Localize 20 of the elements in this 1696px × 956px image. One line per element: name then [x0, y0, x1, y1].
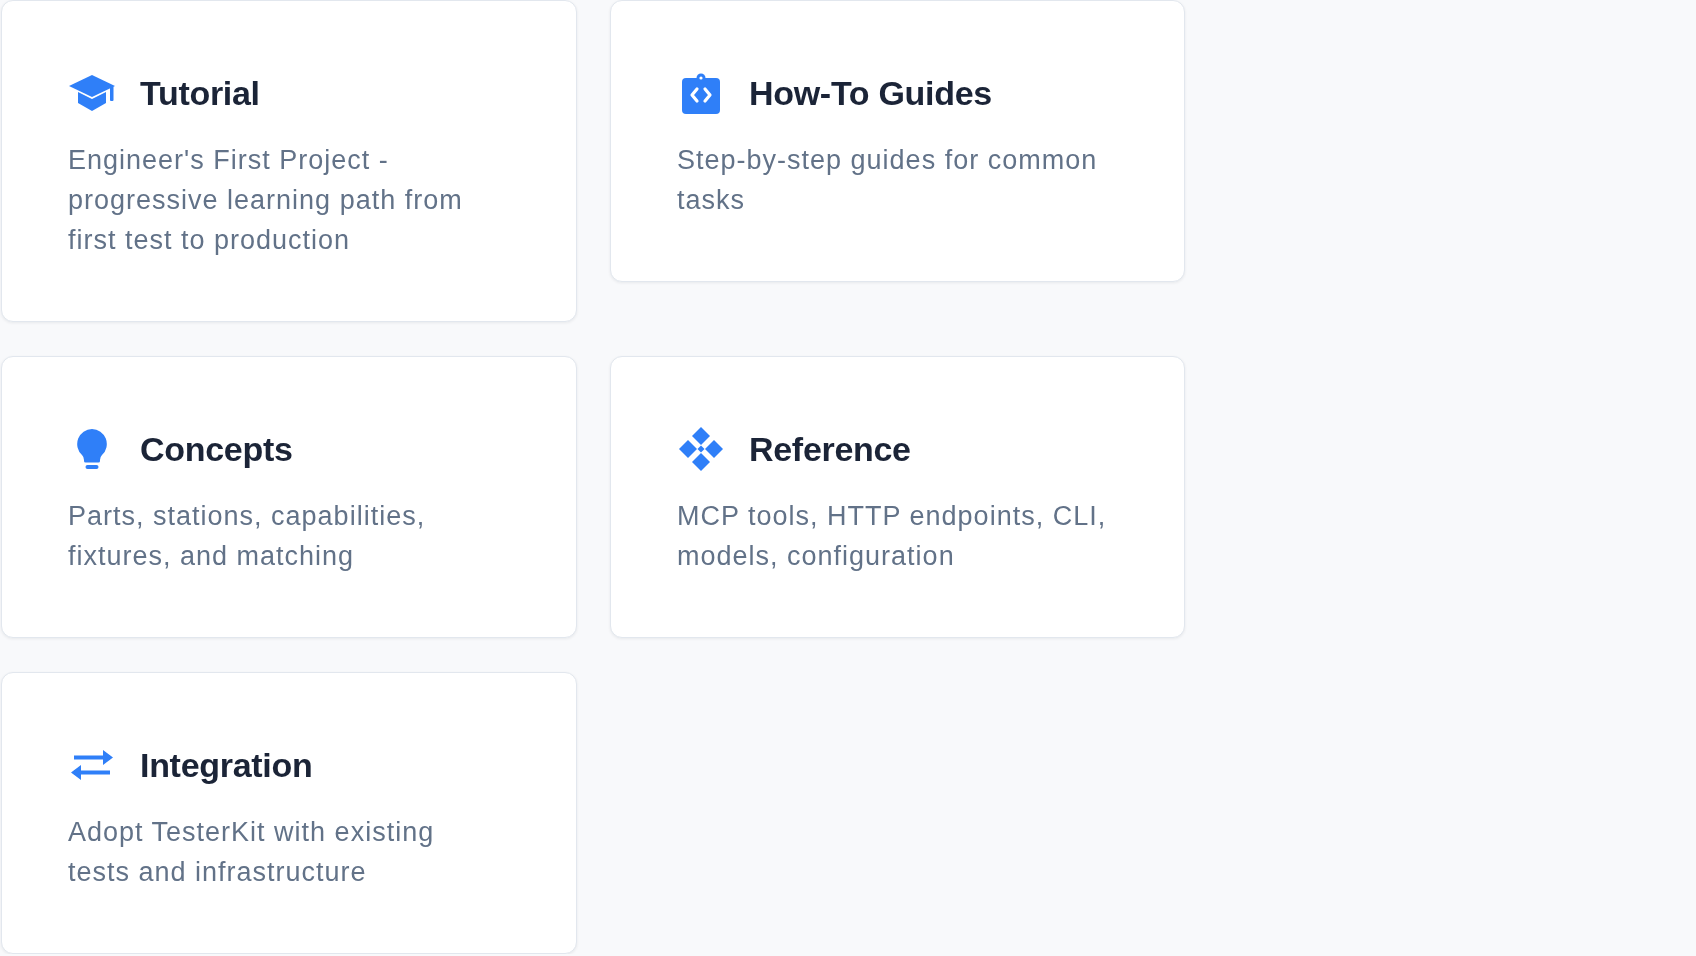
card-title: Reference [749, 429, 911, 470]
doc-card[interactable]: Integration Adopt TesterKit with existing tests and infrastructure [1, 672, 577, 954]
doc-card[interactable]: Reference MCP tools, HTTP endpoints, CLI, models, configuration [610, 356, 1185, 638]
card-title: How-To Guides [749, 73, 992, 114]
doc-card[interactable]: How-To Guides Step-by-step guides for common tasks [610, 0, 1185, 282]
graduation-cap-icon [69, 74, 115, 112]
card-description: Adopt TesterKit with existing tests and infrastructure [68, 816, 436, 889]
diamond-cluster-icon [679, 427, 723, 471]
doc-card[interactable]: Concepts Parts, stations, capabilities, fixtures, and matching [1, 356, 577, 638]
card-title: Integration [140, 745, 313, 786]
card-description: Step-by-step guides for common tasks [677, 144, 1099, 217]
doc-card[interactable]: Tutorial Engineer's First Project - progressive learning path from first test to production [1, 0, 577, 322]
code-clipboard-icon [682, 72, 720, 114]
swap-arrows-icon [71, 749, 113, 781]
card-description: Engineer's First Project - progressive learning path from first test to production [68, 144, 464, 257]
card-title: Tutorial [140, 73, 260, 114]
card-description: Parts, stations, capabilities, fixtures, and matching [68, 500, 427, 573]
card-title: Concepts [140, 429, 293, 470]
card-description: MCP tools, HTTP endpoints, CLI, models, configuration [677, 500, 1108, 573]
lightbulb-icon [77, 429, 107, 469]
